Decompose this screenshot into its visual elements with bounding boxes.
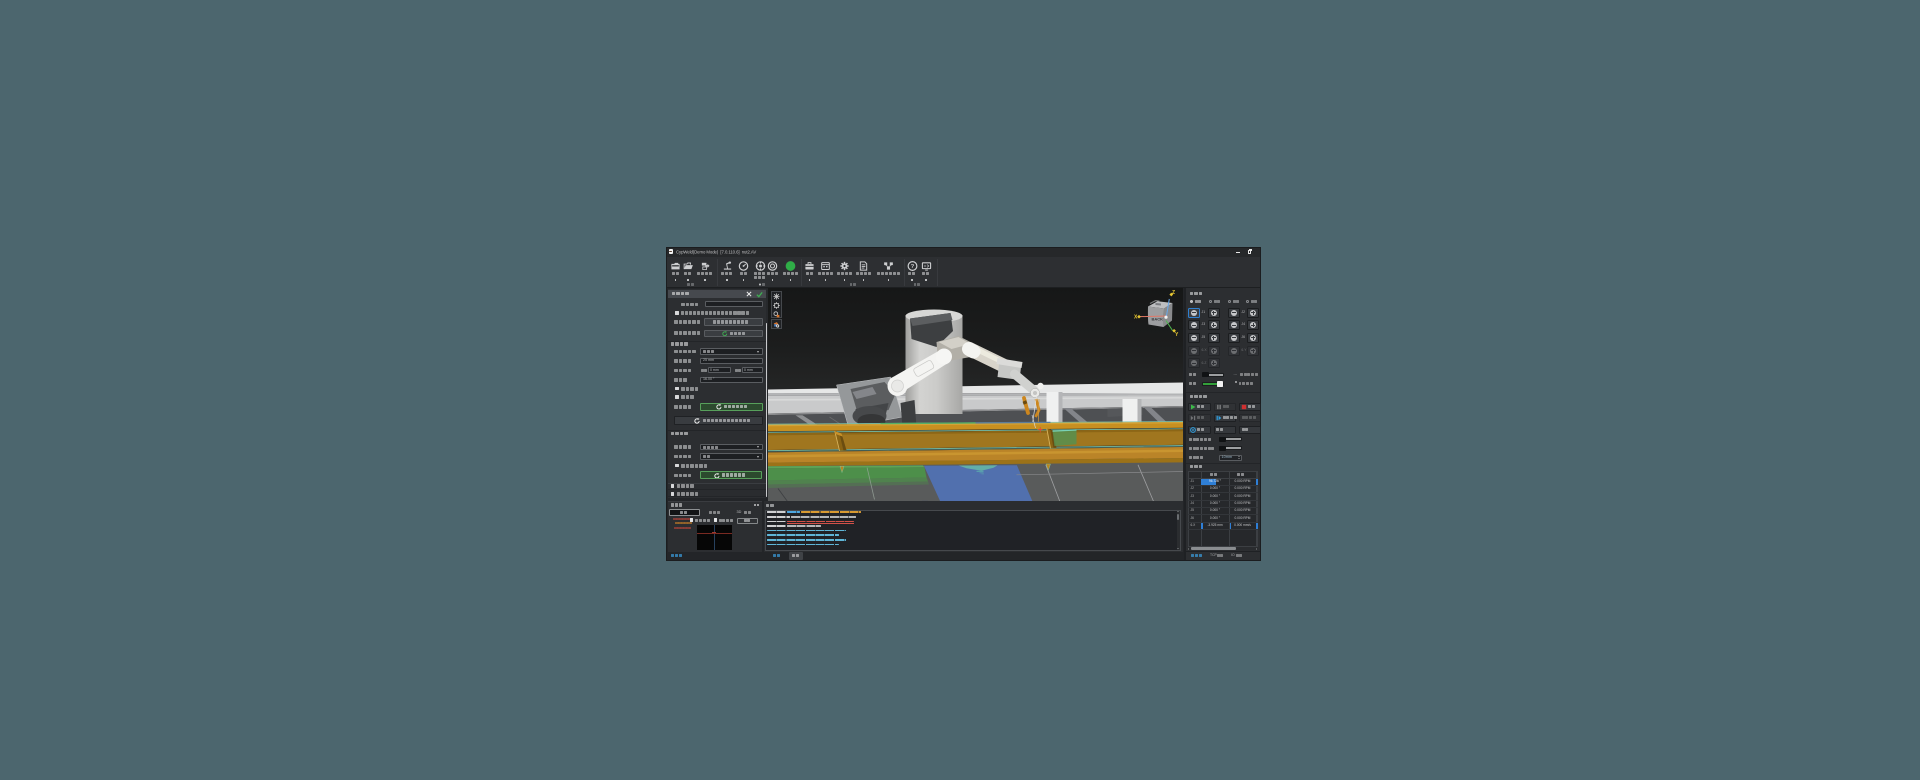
svg-text:Z: Z: [1172, 290, 1175, 296]
svg-text:?: ?: [910, 264, 914, 270]
svg-text:BACK: BACK: [1151, 317, 1163, 322]
svg-text:CypWeld(Demo Mode) [7.0.110.6: CypWeld(Demo Mode) [7.0.110.6] nut2.AV: [676, 250, 756, 255]
